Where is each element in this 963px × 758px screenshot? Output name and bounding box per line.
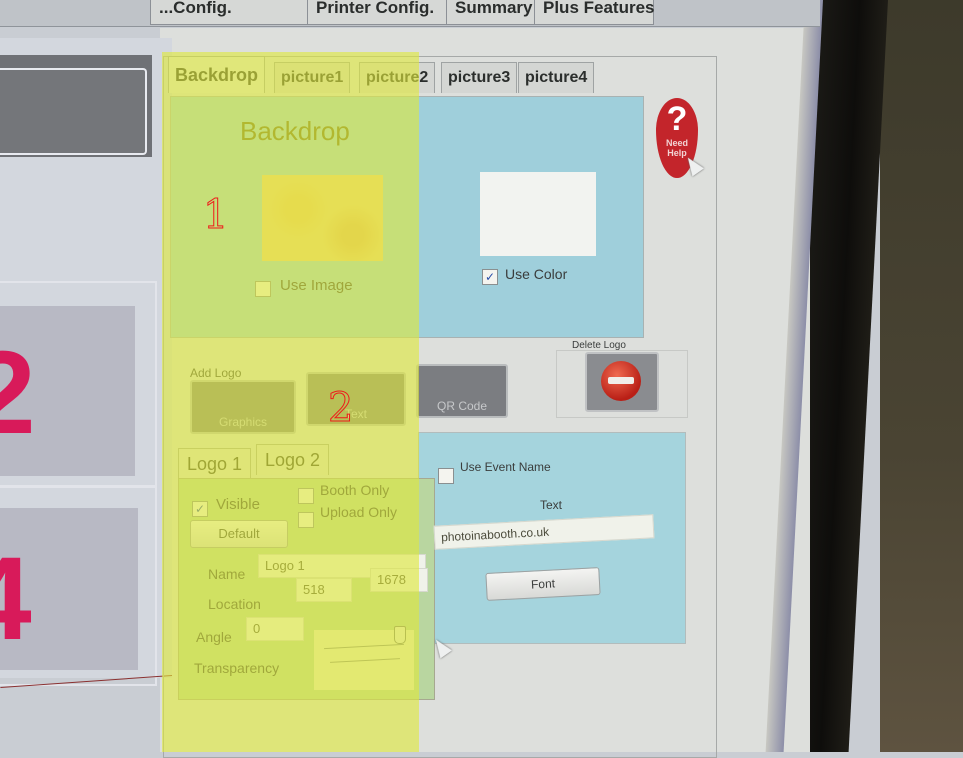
add-logo-label: Add Logo — [190, 366, 242, 380]
tab-logo-1[interactable]: Logo 1 — [178, 448, 252, 479]
tab-config[interactable]: ...Config. — [150, 0, 310, 25]
slider-track — [324, 643, 404, 650]
transparency-label: Transparency — [194, 660, 280, 676]
slider-thumb[interactable] — [394, 626, 406, 644]
add-text-logo-button[interactable]: Text — [306, 372, 406, 426]
no-entry-icon — [601, 361, 641, 401]
transparency-slider[interactable] — [314, 626, 414, 690]
name-label: Name — [208, 566, 246, 582]
tab-picture1[interactable]: picture1 — [274, 62, 351, 93]
use-event-name-label: Use Event Name — [460, 460, 551, 474]
layout-preview-panel: 2 4 — [0, 38, 172, 686]
angle-label: Angle — [196, 629, 232, 645]
tab-logo-2[interactable]: Logo 2 — [256, 444, 330, 475]
add-qr-code-logo-button[interactable]: QR Code — [416, 364, 508, 418]
annotation-1: 1 — [202, 192, 229, 239]
use-event-name-checkbox[interactable] — [438, 468, 454, 484]
slider-track-secondary — [330, 658, 400, 663]
use-image-label: Use Image — [280, 277, 353, 294]
angle-input[interactable]: 0 — [246, 617, 304, 641]
visible-label: Visible — [216, 496, 260, 513]
backdrop-color-swatch[interactable] — [480, 172, 596, 256]
slot-number: 4 — [0, 540, 32, 658]
use-image-checkbox[interactable] — [255, 281, 271, 297]
backdrop-title: Backdrop — [240, 116, 350, 146]
use-color-label: Use Color — [505, 266, 568, 282]
tab-picture2[interactable]: picture2 — [359, 62, 436, 93]
tab-printer-config[interactable]: Printer Config. — [307, 0, 455, 25]
tab-plus-features[interactable]: Plus Features — [534, 0, 655, 25]
default-button[interactable]: Default — [190, 520, 288, 548]
preview-slot-4[interactable]: 4 — [0, 508, 138, 670]
location-x-input[interactable]: 518 — [296, 578, 352, 602]
tab-backdrop[interactable]: Backdrop — [168, 56, 266, 93]
font-button[interactable]: Font — [485, 567, 601, 601]
delete-logo-label: Delete Logo — [572, 340, 626, 351]
background-room — [880, 0, 963, 752]
visible-checkbox[interactable]: ✓ — [192, 501, 208, 517]
text-label: Text — [540, 498, 563, 512]
preview-slot-top[interactable] — [0, 55, 152, 157]
top-tab-strip: ...Config. Printer Config. Summary Plus … — [0, 0, 820, 27]
backdrop-image-preview[interactable] — [262, 175, 383, 261]
checkmark-icon: ✓ — [194, 502, 206, 516]
booth-only-checkbox[interactable] — [298, 488, 314, 504]
delete-logo-button[interactable] — [585, 352, 659, 412]
checkmark-icon: ✓ — [484, 270, 496, 284]
slot-number: 2 — [0, 327, 36, 459]
upload-only-checkbox[interactable] — [298, 512, 314, 528]
booth-only-label: Booth Only — [320, 482, 390, 498]
use-color-checkbox[interactable]: ✓ — [482, 269, 498, 285]
tab-picture4[interactable]: picture4 — [518, 62, 595, 93]
question-mark-icon: ? — [666, 100, 688, 138]
upload-only-label: Upload Only — [320, 504, 398, 520]
add-graphics-logo-button[interactable]: Graphics — [190, 380, 296, 434]
location-y-input[interactable]: 1678 — [370, 568, 428, 592]
tab-picture3[interactable]: picture3 — [441, 62, 518, 93]
tab-summary[interactable]: Summary — [446, 0, 536, 25]
location-label: Location — [208, 596, 261, 612]
annotation-2: 2 — [327, 385, 354, 432]
preview-slot-2[interactable]: 2 — [0, 306, 135, 476]
